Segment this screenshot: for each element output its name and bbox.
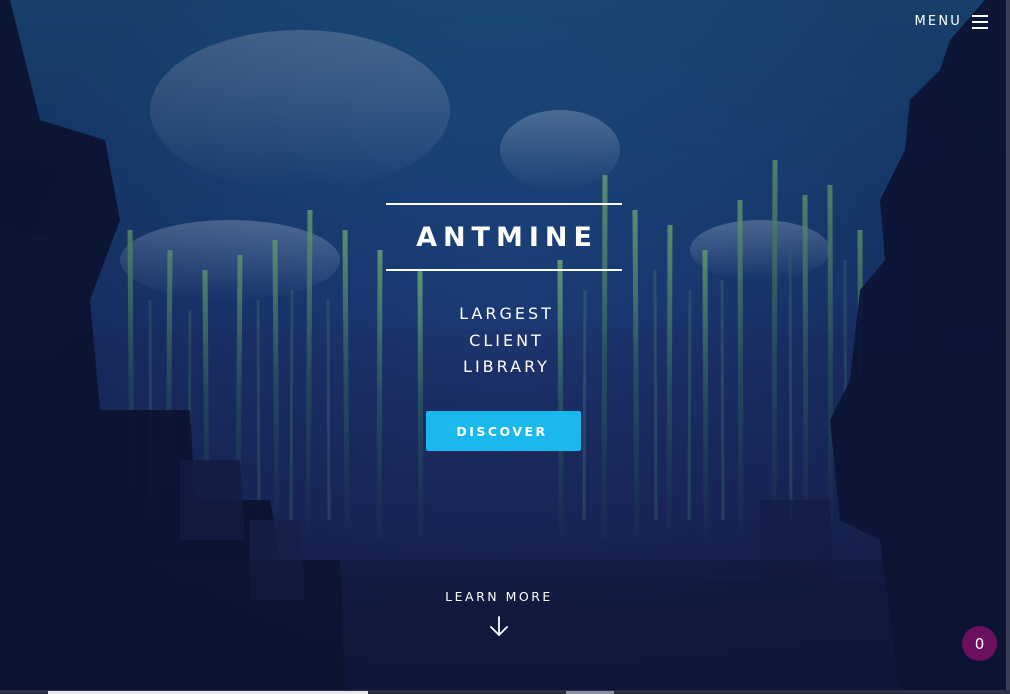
menu-label: MENU [914,14,962,29]
bottom-progress-strip [0,690,1010,694]
arrow-down-icon[interactable] [488,615,510,637]
count-badge[interactable]: 0 [962,626,997,661]
tagline-line: LIBRARY [463,357,550,376]
brand-logo: ANTMINE [386,203,622,271]
scrollbar[interactable] [1006,0,1010,690]
hero-section: MENU ANTMINE LARGEST CLIENT LIBRARY DISC… [0,0,1010,694]
tagline-line: CLIENT [469,330,544,350]
discover-button[interactable]: DISCOVER [426,411,581,451]
brand-title: ANTMINE [416,221,598,253]
tagline-line: LARGEST [459,304,554,323]
menu-button[interactable]: MENU [915,14,988,29]
hamburger-icon[interactable] [972,14,988,29]
tagline: LARGEST CLIENT LIBRARY [405,301,605,381]
learn-more-link[interactable]: LEARN MORE [420,589,578,637]
learn-more-label: LEARN MORE [445,589,553,604]
